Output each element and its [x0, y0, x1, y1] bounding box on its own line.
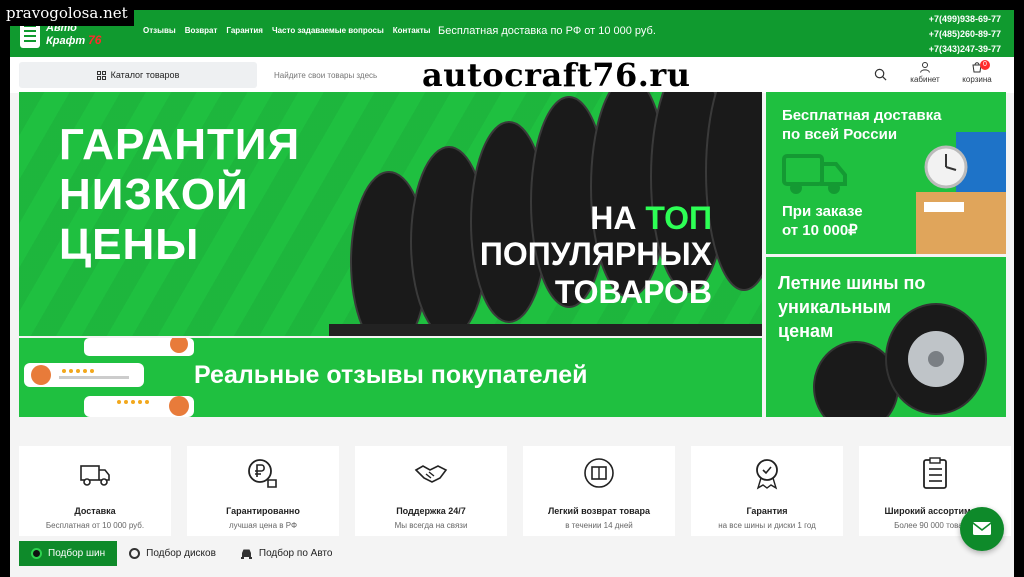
feature-easy-return: Легкий возврат товара в течении 14 дней	[523, 446, 675, 536]
clipboard-list-icon	[923, 457, 947, 489]
tab-label: Подбор дисков	[146, 548, 216, 559]
site-url-overlay: autocraft76.ru	[422, 56, 691, 94]
delivery-promo-text: Бесплатная доставка по РФ от 10 000 руб.	[438, 25, 656, 37]
mail-icon	[972, 522, 992, 535]
tab-label: Подбор по Авто	[258, 548, 333, 559]
feature-title: Легкий возврат товара	[547, 506, 651, 516]
user-icon	[920, 62, 930, 73]
nav-warranty[interactable]: Гарантия	[226, 26, 263, 35]
feature-subtitle: Бесплатная от 10 000 руб.	[45, 521, 145, 530]
features-strip: Доставка Бесплатная от 10 000 руб. Гаран…	[19, 446, 1011, 538]
parcel-clock-image	[916, 132, 1006, 254]
handshake-icon	[414, 465, 448, 483]
car-icon	[240, 549, 252, 559]
feature-best-price: Гарантированно лучшая цена в РФ	[187, 446, 339, 536]
feature-delivery: Доставка Бесплатная от 10 000 руб.	[19, 446, 171, 536]
feature-subtitle: в течении 14 дней	[565, 521, 633, 530]
feature-support: Поддержка 24/7 Мы всегда на связи	[355, 446, 507, 536]
wheel-rim-icon	[129, 548, 141, 559]
browser-viewport: Авто Крафт 76 Отзывы Возврат Гарантия Час…	[10, 10, 1014, 577]
tire-icon	[31, 548, 42, 559]
cabinet-button[interactable]: кабинет	[906, 61, 944, 84]
grid-icon	[96, 70, 106, 80]
tab-wheels[interactable]: Подбор дисков	[117, 541, 228, 566]
tab-label: Подбор шин	[48, 548, 106, 559]
nav-reviews[interactable]: Отзывы	[143, 26, 176, 35]
top-header: Авто Крафт 76 Отзывы Возврат Гарантия Час…	[10, 10, 1014, 57]
medal-icon	[756, 459, 778, 490]
feature-subtitle: Мы всегда на связи	[394, 521, 468, 530]
tab-tires[interactable]: Подбор шин	[19, 541, 118, 566]
watermark: pravogolosa.net	[0, 0, 134, 26]
cart-button[interactable]: 0 корзина	[958, 60, 996, 84]
cabinet-label: кабинет	[910, 75, 940, 84]
feature-title: Гарантированно	[226, 506, 300, 516]
search-input[interactable]	[272, 65, 416, 85]
banner-reviews[interactable]: Реальные отзывы покупателей	[19, 338, 762, 417]
catalog-label: Каталог товаров	[110, 70, 180, 80]
delivery-truck-icon	[782, 154, 847, 194]
phone-list: +7(499)938-69-77 +7(485)260-89-77 +7(343…	[929, 12, 1001, 57]
main-nav: Отзывы Возврат Гарантия Часто задаваемые…	[143, 26, 431, 35]
catalog-button[interactable]: Каталог товаров	[19, 62, 257, 88]
top-products-headline: НА ТОП	[590, 200, 712, 236]
banner-low-price[interactable]: ГАРАНТИЯ НИЗКОЙ ЦЕНЫ НА ТОП ПОПУЛЯРНЫХ Т…	[19, 92, 762, 336]
feature-title: Поддержка 24/7	[396, 506, 466, 516]
phone-yaroslavl[interactable]: +7(485)260-89-77	[929, 27, 1001, 42]
logo-text-bottom: Крафт 76	[46, 33, 102, 47]
selector-tabs: Подбор шин Подбор дисков Подбор по Авто	[19, 541, 344, 566]
nav-return[interactable]: Возврат	[185, 26, 218, 35]
cart-label: корзина	[962, 75, 992, 84]
phone-ekaterinburg[interactable]: +7(343)247-39-77	[929, 42, 1001, 57]
box-return-icon	[584, 458, 614, 488]
summer-tires-headline: Летние шины по уникальным ценам	[778, 273, 926, 341]
popular-products-headline: ПОПУЛЯРНЫХ ТОВАРОВ	[479, 236, 712, 310]
feature-subtitle: лучшая цена в РФ	[228, 521, 298, 530]
delivery-truck-icon	[80, 465, 110, 486]
feature-title: Доставка	[74, 506, 116, 516]
phone-moscow[interactable]: +7(499)938-69-77	[929, 12, 1001, 27]
feature-title: Гарантия	[746, 506, 788, 516]
banner-summer-tires[interactable]: Летние шины по уникальным ценам	[766, 257, 1006, 417]
banner-free-delivery[interactable]: Бесплатная доставка по всей России При з…	[766, 92, 1006, 254]
feature-warranty: Гарантия на все шины и диски 1 год	[691, 446, 843, 536]
search-icon[interactable]	[874, 68, 887, 81]
reviews-headline: Реальные отзывы покупателей	[194, 361, 588, 389]
cart-count-badge: 0	[980, 60, 990, 70]
tab-by-car[interactable]: Подбор по Авто	[228, 541, 345, 566]
low-price-headline: ГАРАНТИЯ НИЗКОЙ ЦЕНЫ	[59, 120, 301, 269]
order-threshold-text: При заказе от 10 000₽	[782, 203, 863, 239]
nav-contacts[interactable]: Контакты	[393, 26, 431, 35]
ruble-thumbs-up-icon	[248, 459, 277, 488]
review-cards-image	[24, 338, 194, 417]
feature-subtitle: на все шины и диски 1 год	[718, 521, 816, 530]
nav-faq[interactable]: Часто задаваемые вопросы	[272, 26, 384, 35]
contact-mail-button[interactable]	[960, 507, 1004, 551]
